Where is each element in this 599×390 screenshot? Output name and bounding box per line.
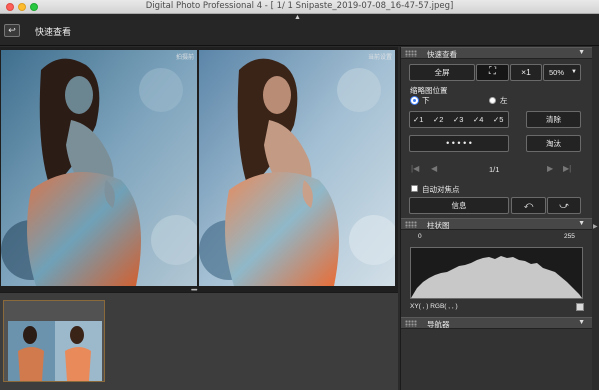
back-button[interactable]: ↩ [4, 24, 20, 37]
clear-button[interactable]: 清除 [526, 111, 581, 128]
after-photo[interactable]: 当前设置 [199, 50, 395, 286]
last-image-icon[interactable]: ▶| [563, 164, 571, 173]
check-mark-group: ✓1 ✓2 ✓3 ✓4 ✓5 [409, 111, 509, 128]
radio-position-bottom[interactable] [411, 97, 418, 104]
thumbnail-strip [0, 292, 398, 390]
drag-handle-icon[interactable] [405, 221, 417, 228]
panel-scrollbar[interactable]: ▶ [592, 47, 599, 390]
rotate-left-button[interactable]: ⤺ [511, 197, 546, 214]
side-panel: 快速查看 ▼ 全屏 ⛶ ×1 50% ▼ 缩略图位置 下 左 ✓1 ✓2 ✓3 … [400, 47, 593, 390]
histogram-axis-max: 255 [564, 233, 575, 240]
window-title: Digital Photo Professional 4 - [ 1/ 1 Sn… [145, 1, 454, 11]
autofocus-label: 自动对焦点 [422, 185, 460, 194]
histogram-graph [410, 247, 583, 299]
title-bar: Digital Photo Professional 4 - [ 1/ 1 Sn… [0, 0, 599, 14]
check-mark-2-button[interactable]: ✓2 [433, 115, 443, 124]
page-indicator: 1/1 [489, 165, 500, 174]
rotate-right-button[interactable]: ⤻ [547, 197, 581, 214]
fit-screen-button[interactable]: ⛶ [476, 64, 509, 81]
collapse-toolbar-icon[interactable]: ▲ [294, 14, 301, 21]
first-image-icon[interactable]: |◀ [411, 164, 419, 173]
quick-view-title: 快速查看 [427, 50, 457, 59]
toolbar: ▲ ↩ 快速查看 [0, 14, 599, 46]
check-mark-5-button[interactable]: ✓5 [493, 115, 503, 124]
pixel-readout: XY( , ) RGB( , , ) [410, 303, 458, 310]
image-viewer: 拍摄前 当前设置 ••••• [0, 47, 398, 294]
collapse-panel-icon[interactable]: ▶ [593, 223, 598, 230]
rotate-left-icon: ⤺ [523, 200, 534, 210]
histogram-title: 柱状图 [427, 221, 450, 230]
readout-swatch [576, 303, 584, 311]
zoom-value: 50% [549, 68, 565, 77]
drag-handle-icon[interactable] [405, 320, 417, 327]
zoom-select[interactable]: 50% ▼ [543, 64, 581, 81]
check-mark-4-button[interactable]: ✓4 [473, 115, 483, 124]
before-photo-image [1, 50, 197, 286]
thumbnail-item[interactable] [3, 300, 105, 382]
position-left-label: 左 [500, 96, 508, 105]
back-arrow-icon: ↩ [8, 25, 16, 35]
next-image-icon[interactable]: ▶ [547, 164, 553, 173]
toolbar-title: 快速查看 [35, 27, 72, 37]
before-photo-tag: 拍摄前 [175, 55, 194, 61]
navigator-header[interactable]: 导航器 ▼ [401, 317, 593, 329]
reject-button[interactable]: 淘汰 [526, 135, 581, 152]
chevron-down-icon[interactable]: ▼ [578, 220, 585, 227]
check-mark-3-button[interactable]: ✓3 [453, 115, 463, 124]
drag-handle-icon[interactable] [405, 50, 417, 57]
rating-dots[interactable]: • • • • • [409, 135, 509, 152]
before-photo[interactable]: 拍摄前 [1, 50, 197, 286]
zoom-1x-button[interactable]: ×1 [510, 64, 542, 81]
chevron-down-icon: ▼ [571, 69, 577, 75]
histogram-axis-min: 0 [418, 233, 422, 240]
info-button[interactable]: 信息 [409, 197, 509, 214]
check-mark-1-button[interactable]: ✓1 [413, 115, 423, 124]
thumbnail-image [8, 321, 102, 381]
rotate-right-icon: ⤻ [559, 200, 569, 210]
quick-view-header[interactable]: 快速查看 ▼ [401, 47, 593, 59]
after-photo-image [199, 50, 395, 286]
radio-position-left[interactable] [489, 97, 496, 104]
fullscreen-button[interactable]: 全屏 [409, 64, 475, 81]
navigator-title: 导航器 [427, 320, 450, 329]
chevron-down-icon[interactable]: ▼ [578, 49, 585, 56]
prev-image-icon[interactable]: ◀ [431, 164, 437, 173]
chevron-down-icon[interactable]: ▼ [578, 319, 585, 326]
autofocus-checkbox[interactable] [411, 185, 418, 192]
fit-screen-icon: ⛶ [489, 66, 496, 77]
histogram-header[interactable]: 柱状图 ▼ [401, 218, 593, 230]
after-photo-tag: 当前设置 [367, 55, 392, 61]
position-bottom-label: 下 [422, 96, 430, 105]
